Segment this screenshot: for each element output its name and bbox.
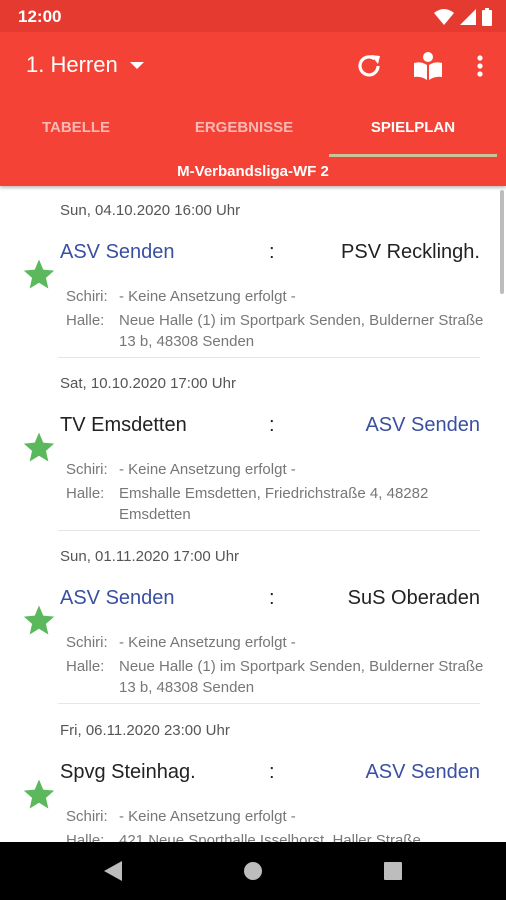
recents-icon [384,862,402,880]
nav-home-button[interactable] [218,842,288,900]
score-separator: : [269,587,275,609]
home-team: ASV Senden [60,241,175,263]
status-icons [434,8,492,26]
referee-value: - Keine Ansetzung erfolgt - [119,461,296,478]
wifi-icon [434,9,454,25]
refresh-button[interactable] [346,32,392,100]
scrollbar-thumb[interactable] [500,190,504,294]
away-team: PSV Recklingh. [341,241,480,263]
home-team: Spvg Steinhag. [60,761,196,783]
home-team: TV Emsdetten [60,414,187,436]
score-separator: : [269,414,275,436]
hall-label: Halle: [66,485,105,502]
match-list[interactable]: Sun, 04.10.2020 16:00 Uhr ASV Senden : P… [0,186,506,842]
referee-value: - Keine Ansetzung erfolgt - [119,808,296,825]
tab-spielplan[interactable]: SPIELPLAN [329,100,497,158]
signal-icon [460,9,476,25]
back-icon [104,861,122,881]
referee-label: Schiri: [66,808,108,825]
nav-back-button[interactable] [78,842,148,900]
status-bar: 12:00 [0,0,506,32]
star-icon[interactable] [22,777,56,811]
match-item[interactable]: Sun, 04.10.2020 16:00 Uhr ASV Senden : P… [0,186,506,358]
refresh-icon [358,55,380,77]
dropdown-arrow-icon [129,61,144,69]
match-item[interactable]: Sun, 01.11.2020 17:00 Uhr ASV Senden : S… [0,532,506,704]
hall-label: Halle: [66,312,105,329]
away-team: SuS Oberaden [347,587,480,609]
score-separator: : [269,761,275,783]
tab-bar: TABELLE ERGEBNISSE SPIELPLAN [0,100,506,158]
referee-label: Schiri: [66,634,108,651]
away-team: ASV Senden [365,414,480,436]
book-reader-icon [414,52,442,80]
status-time: 12:00 [18,7,62,26]
divider [58,357,480,358]
away-team: ASV Senden [365,761,480,783]
home-team: ASV Senden [60,587,175,609]
app-bar: 1. Herren [0,32,506,100]
battery-icon [482,8,492,26]
tab-indicator [329,154,497,157]
referee-value: - Keine Ansetzung erfolgt - [119,634,296,651]
team-dropdown[interactable]: 1. Herren [26,52,144,78]
match-date: Sun, 04.10.2020 16:00 Uhr [60,202,241,219]
hall-value: Neue Halle (1) im Sportpark Senden, Buld… [119,312,484,350]
hall-value: Emshalle Emsdetten, Friedrichstraße 4, 4… [119,485,429,523]
nav-recents-button[interactable] [358,842,428,900]
system-nav-bar [0,842,506,900]
star-icon[interactable] [22,430,56,464]
match-date: Fri, 06.11.2020 23:00 Uhr [60,722,230,739]
team-title: 1. Herren [26,52,118,77]
referee-label: Schiri: [66,288,108,305]
hall-value: Neue Halle (1) im Sportpark Senden, Buld… [119,658,484,696]
referee-label: Schiri: [66,461,108,478]
tab-ergebnisse[interactable]: ERGEBNISSE [160,100,328,158]
divider [58,530,480,531]
divider [58,703,480,704]
hall-label: Halle: [66,832,105,842]
more-button[interactable] [462,32,498,100]
book-button[interactable] [404,32,452,100]
match-date: Sat, 10.10.2020 17:00 Uhr [60,375,236,392]
hall-value: 421 Neue Sporthalle Isselhorst, Haller S… [119,832,421,842]
match-date: Sun, 01.11.2020 17:00 Uhr [60,548,240,565]
star-icon[interactable] [22,603,56,637]
home-icon [244,862,262,880]
score-separator: : [269,241,275,263]
match-item[interactable]: Sat, 10.10.2020 17:00 Uhr TV Emsdetten :… [0,359,506,531]
match-item[interactable]: Fri, 06.11.2020 23:00 Uhr Spvg Steinhag.… [0,706,506,842]
star-icon[interactable] [22,257,56,291]
referee-value: - Keine Ansetzung erfolgt - [119,288,296,305]
league-header: M-Verbandsliga-WF 2 [0,158,506,186]
tab-tabelle[interactable]: TABELLE [0,100,160,158]
more-vert-icon [477,55,483,77]
hall-label: Halle: [66,658,105,675]
